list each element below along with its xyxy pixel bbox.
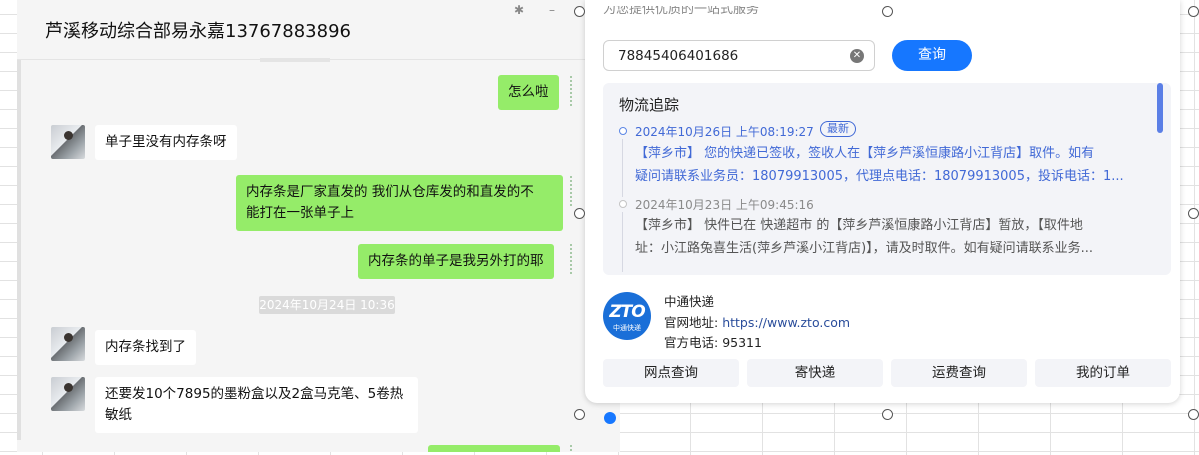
- resize-handle[interactable]: [574, 208, 585, 219]
- resize-handle[interactable]: [1188, 409, 1199, 420]
- resize-handle[interactable]: [1188, 6, 1199, 17]
- tracking-scrollbar[interactable]: [1157, 83, 1163, 133]
- timeline-dot-icon: [619, 200, 627, 208]
- company-name: 中通快递: [664, 294, 715, 309]
- event-line: 址：小江路兔喜生活(萍乡芦溪小江背店)】，请及时取件。如有疑问请联系业务...: [635, 241, 1094, 256]
- chat-title: 芦溪移动综合部易永嘉13767883896: [45, 21, 351, 42]
- company-website: 官网地址: https://www.zto.com: [664, 312, 850, 331]
- message-bubble-sent[interactable]: 内存条是厂家直发的 我们从仓库发的和直发的不 能打在一张单子上: [236, 175, 563, 231]
- outlet-query-button[interactable]: 网点查询: [603, 359, 739, 387]
- timeline-dot-icon: [619, 127, 627, 135]
- pin-icon[interactable]: ✱: [512, 3, 526, 17]
- tracking-number-input[interactable]: 78845406401686 ✕: [603, 40, 875, 71]
- message-bubble-sent[interactable]: 内存条的单子是我另外打的耶: [358, 244, 554, 279]
- message-line: 还要发10个7895的墨粉盒以及2盒马克笔、5卷热: [105, 386, 404, 402]
- timeline-line: [622, 139, 623, 197]
- send-express-button[interactable]: 寄快递: [747, 359, 883, 387]
- query-button[interactable]: 查询: [892, 40, 972, 71]
- resize-handle[interactable]: [574, 409, 585, 420]
- chat-header: 芦溪移动综合部易永嘉13767883896 ✱ –: [17, 0, 620, 60]
- phone-label: 官方电话:: [664, 335, 723, 350]
- logo-subtext: 中通快递: [613, 324, 641, 332]
- avatar[interactable]: [51, 377, 85, 411]
- zto-logo: ZTO 中通快递: [603, 292, 651, 340]
- resize-handle[interactable]: [1188, 208, 1199, 219]
- message-status-icon: [570, 76, 580, 106]
- message-line: 敏纸: [105, 407, 132, 423]
- tracking-number-value: 78845406401686: [618, 48, 739, 64]
- shipping-fee-query-button[interactable]: 运费查询: [891, 359, 1027, 387]
- message-bubble-sent[interactable]: 怎么啦: [498, 75, 559, 110]
- minimize-icon[interactable]: –: [545, 3, 559, 17]
- chat-scrollbar[interactable]: [17, 60, 21, 440]
- avatar[interactable]: [51, 327, 85, 361]
- phone-number: 95311: [722, 335, 762, 350]
- event-line: 疑问请联系业务员：18079913005，代理点电话：18079913005，投…: [635, 169, 1124, 184]
- avatar[interactable]: [51, 125, 85, 159]
- message-line: 能打在一张单子上: [246, 205, 354, 221]
- message-bubble-received[interactable]: 还要发10个7895的墨粉盒以及2盒马克笔、5卷热 敏纸: [95, 377, 418, 433]
- message-status-icon: [570, 445, 580, 452]
- radio-icon[interactable]: [604, 412, 616, 424]
- chat-window: 芦溪移动综合部易永嘉13767883896 ✱ – 怎么啦 单子里没有内存条呀 …: [17, 0, 620, 452]
- message-status-icon: [570, 176, 580, 206]
- event-time: 2024年10月23日 上午09:45:16: [635, 198, 814, 212]
- my-orders-button[interactable]: 我的订单: [1035, 359, 1171, 387]
- event-line: 【萍乡市】 您的快递已签收，签收人在【萍乡芦溪恒康路小江背店】取件。如有: [635, 146, 1095, 161]
- website-label: 官网地址:: [664, 315, 723, 330]
- timeline-line: [622, 212, 623, 272]
- logo-text: ZTO: [609, 302, 645, 322]
- clear-icon[interactable]: ✕: [850, 49, 864, 63]
- panel-subtitle: 为您提供优质的一站式服务: [603, 6, 760, 16]
- event-description: 【萍乡市】 您的快递已签收，签收人在【萍乡芦溪恒康路小江背店】取件。如有 疑问请…: [635, 142, 1145, 188]
- message-status-icon: [570, 244, 580, 274]
- message-bubble-received[interactable]: 内存条找到了: [95, 330, 196, 365]
- resize-handle[interactable]: [882, 409, 893, 420]
- tracking-panel: 为您提供优质的一站式服务 78845406401686 ✕ 查询 物流追踪 20…: [585, 0, 1180, 403]
- event-line: 【萍乡市】 快件已在 快递超市 的【萍乡芦溪恒康路小江背店】暂放，【取件地: [635, 218, 1083, 233]
- tracking-title: 物流追踪: [619, 96, 680, 114]
- scroll-divider: [260, 58, 330, 62]
- chat-timestamp: 2024年10月24日 10:36: [259, 296, 395, 314]
- resize-handle[interactable]: [882, 6, 893, 17]
- event-time: 2024年10月26日 上午08:19:27: [635, 125, 814, 139]
- resize-handle[interactable]: [574, 6, 585, 17]
- message-bubble-received[interactable]: 单子里没有内存条呀: [95, 125, 237, 160]
- latest-badge: 最新: [820, 121, 856, 137]
- message-bubble-sent-partial[interactable]: [428, 445, 560, 452]
- company-phone: 官方电话: 95311: [664, 332, 762, 351]
- event-description: 【萍乡市】 快件已在 快递超市 的【萍乡芦溪恒康路小江背店】暂放，【取件地 址：…: [635, 214, 1145, 260]
- tracking-timeline: 物流追踪 2024年10月26日 上午08:19:27 最新 【萍乡市】 您的快…: [603, 83, 1171, 275]
- website-link[interactable]: https://www.zto.com: [722, 315, 850, 330]
- message-line: 内存条是厂家直发的 我们从仓库发的和直发的不: [246, 184, 534, 200]
